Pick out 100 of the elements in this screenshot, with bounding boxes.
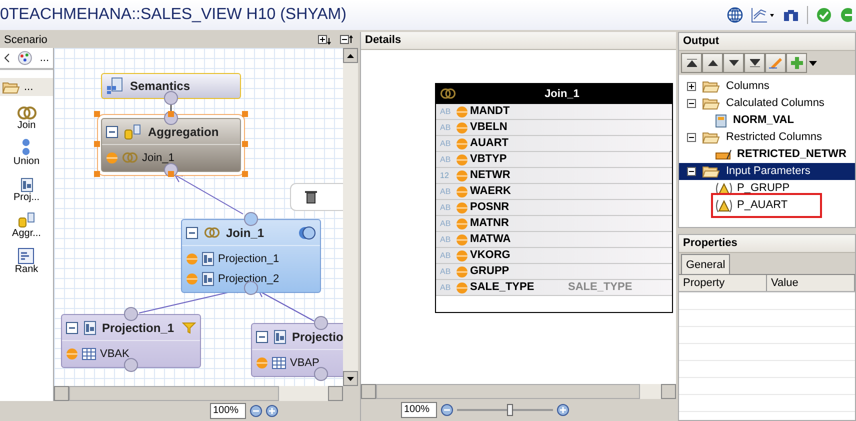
tab[interactable]: General: [681, 254, 730, 274]
diagram-node[interactable]: Projection_1 VBAK: [61, 314, 201, 368]
node-title: Join_1: [226, 224, 264, 242]
column-name: WAERK: [470, 184, 512, 200]
palette-item[interactable]: Join: [16, 102, 36, 132]
column-header[interactable]: Value: [767, 275, 855, 291]
activate-icon[interactable]: [840, 7, 852, 23]
connection-port[interactable]: [124, 358, 138, 372]
palette-folder[interactable]: ...: [24, 78, 34, 96]
column-row[interactable]: AB VBTYP: [436, 152, 672, 168]
scroll-down-icon[interactable]: [347, 376, 354, 380]
column-row[interactable]: AB MATWA: [436, 232, 672, 248]
selection-handle[interactable]: [168, 171, 174, 177]
palette-item[interactable]: Proj...: [13, 174, 40, 204]
node-title: Projection_1: [102, 320, 174, 336]
diagram-node[interactable]: Projectio VBAP: [251, 323, 343, 377]
expand-icon[interactable]: [687, 82, 696, 91]
column-row[interactable]: AB VKORG: [436, 248, 672, 264]
connection-port[interactable]: [164, 91, 178, 105]
collapse-icon[interactable]: [687, 99, 696, 108]
palette-item[interactable]: Rank: [14, 246, 38, 276]
selection-handle[interactable]: [94, 141, 100, 147]
rank-icon: [18, 248, 34, 264]
globe-icon[interactable]: [727, 7, 743, 23]
move-bottom-button[interactable]: [744, 53, 765, 73]
back-icon[interactable]: [4, 53, 10, 63]
zoom-field[interactable]: 100%: [401, 402, 437, 418]
zoom-out-icon[interactable]: [250, 405, 262, 417]
selection-handle[interactable]: [94, 171, 100, 177]
column-row[interactable]: 12 NETWR: [436, 168, 672, 184]
chart-icon[interactable]: [751, 7, 775, 23]
dropdown-caret-icon[interactable]: [809, 60, 817, 66]
selection-handle[interactable]: [94, 111, 100, 117]
connection-port[interactable]: [244, 212, 258, 226]
data-type-label: AB: [440, 282, 452, 294]
window-title: 0TEACHMEHANA::SALES_VIEW H10 (SHYAM): [0, 5, 346, 25]
tree-folder[interactable]: Calculated Columns: [679, 95, 855, 112]
tree-item[interactable]: NORM_VAL: [715, 112, 794, 129]
node-input-label: VBAP: [290, 356, 320, 371]
selection-handle[interactable]: [242, 171, 248, 177]
tree-item[interactable]: P_GRUPP: [715, 180, 790, 197]
column-row[interactable]: AB GRUPP: [436, 264, 672, 280]
folder-icon: [2, 80, 20, 94]
selection-handle[interactable]: [242, 111, 248, 117]
field-status-icon: [456, 154, 468, 166]
connector-arrow: [174, 174, 244, 214]
column-header[interactable]: Property: [679, 275, 767, 291]
collapse-icon[interactable]: [66, 322, 78, 334]
move-top-button[interactable]: [681, 53, 702, 73]
palette-item[interactable]: Union: [13, 138, 40, 168]
node-title: Projectio: [292, 328, 343, 346]
zoom-out-icon[interactable]: [441, 404, 453, 416]
table-title: Join_1: [544, 86, 580, 102]
column-row[interactable]: AB AUART: [436, 136, 672, 152]
connection-port[interactable]: [314, 316, 328, 330]
zoom-field[interactable]: 100%: [210, 403, 246, 419]
tree-folder[interactable]: Input Parameters: [679, 163, 855, 180]
column-alias: SALE_TYPE: [568, 280, 632, 296]
palette-item[interactable]: Aggr...: [12, 210, 41, 240]
data-type-label: AB: [440, 122, 452, 134]
scroll-up-icon[interactable]: [347, 54, 354, 58]
collapse-icon[interactable]: [687, 167, 696, 176]
panel-title: Properties: [683, 236, 738, 252]
expand-all-icon[interactable]: [318, 35, 332, 45]
column-row[interactable]: AB MANDT: [436, 104, 672, 120]
tree-item[interactable]: RETRICTED_NETWR: [715, 146, 846, 163]
slider-thumb[interactable]: [506, 404, 513, 416]
collapse-all-icon[interactable]: [340, 35, 354, 45]
tree-folder[interactable]: Columns: [679, 78, 855, 95]
collapse-icon[interactable]: [106, 126, 118, 138]
column-row[interactable]: AB VBELN: [436, 120, 672, 136]
diagram-node[interactable]: Join_1 Projection_1 Projection_2: [181, 219, 321, 293]
connection-port[interactable]: [314, 367, 328, 381]
diagram-node[interactable]: Semantics: [101, 73, 241, 99]
zoom-in-icon[interactable]: [266, 405, 278, 417]
collapse-icon[interactable]: [687, 133, 696, 142]
move-up-button[interactable]: [702, 53, 723, 73]
column-row[interactable]: AB POSNR: [436, 200, 672, 216]
column-row[interactable]: AB WAERK: [436, 184, 672, 200]
zoom-in-icon[interactable]: [557, 404, 569, 416]
horizontal-scrollbar[interactable]: [361, 384, 676, 399]
field-status-icon: [456, 218, 468, 230]
check-icon[interactable]: [816, 7, 832, 23]
field-status-icon: [456, 170, 468, 182]
collapse-icon[interactable]: [186, 226, 198, 238]
vertical-scrollbar[interactable]: [343, 48, 358, 386]
tree-item[interactable]: P_AUART: [715, 197, 818, 214]
connection-port[interactable]: [124, 307, 138, 321]
selection-handle[interactable]: [168, 111, 174, 117]
move-down-button[interactable]: [723, 53, 744, 73]
trash-icon[interactable]: [305, 190, 317, 204]
column-row[interactable]: AB SALE_TYPE SALE_TYPE: [436, 280, 672, 296]
palette-icon[interactable]: [18, 51, 32, 65]
zoom-slider[interactable]: [457, 404, 553, 416]
column-row[interactable]: AB MATNR: [436, 216, 672, 232]
collapse-icon[interactable]: [256, 330, 268, 342]
horizontal-scrollbar[interactable]: [54, 386, 343, 401]
selection-handle[interactable]: [242, 141, 248, 147]
field-status-icon: [456, 138, 468, 150]
tree-folder[interactable]: Restricted Columns: [679, 129, 855, 146]
